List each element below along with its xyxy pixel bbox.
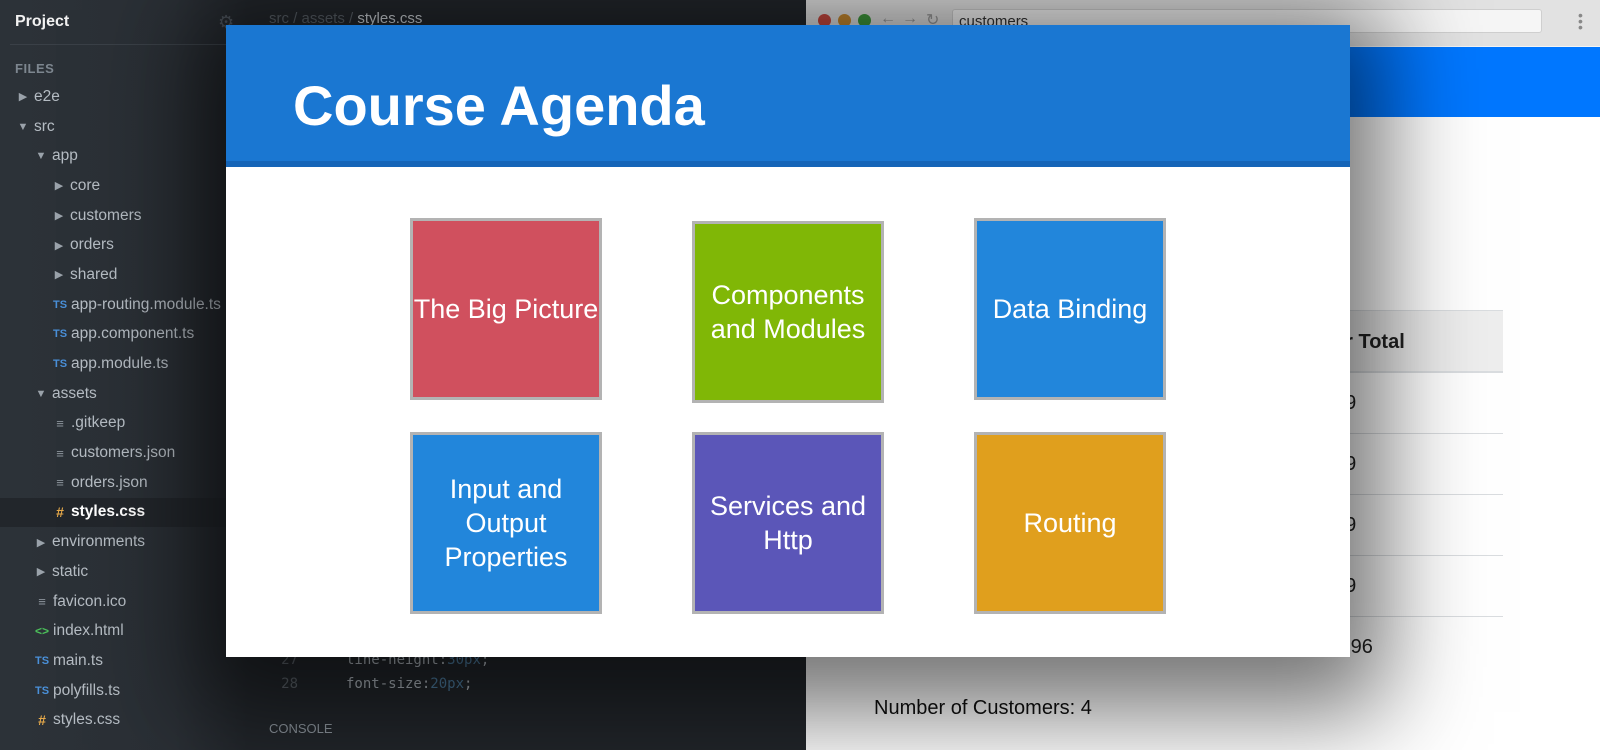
tree-item-label: orders.json bbox=[71, 473, 148, 491]
tree-item-label: core bbox=[70, 176, 101, 194]
tree-file-main-ts[interactable]: TS main.ts bbox=[0, 646, 248, 676]
chevron-right-icon[interactable]: ▶ bbox=[34, 565, 48, 578]
tree-item-label: styles.css bbox=[71, 503, 146, 521]
typescript-file-icon: TS bbox=[34, 684, 50, 697]
typescript-file-icon: TS bbox=[34, 654, 50, 667]
chevron-right-icon[interactable]: ▶ bbox=[34, 536, 48, 549]
tree-file-orders-json[interactable]: ≡ orders.json bbox=[0, 468, 248, 498]
agenda-tile-big-picture: The Big Picture bbox=[410, 218, 602, 400]
chevron-right-icon[interactable]: ▶ bbox=[52, 179, 66, 192]
file-tree: ▶ e2e ▼ src ▼ app ▶ core ▶ customers ▶ orders ▶ share… bbox=[0, 82, 248, 735]
tree-item-label: assets bbox=[52, 384, 97, 402]
files-section-label: FILES bbox=[15, 61, 55, 76]
menu-kebab-icon[interactable]: • • • bbox=[1578, 8, 1583, 34]
chevron-down-icon[interactable]: ▼ bbox=[34, 150, 48, 162]
agenda-tile-input-output: Input and Output Properties bbox=[410, 432, 602, 614]
code-line[interactable]: 28 font-size: 20px; bbox=[248, 672, 806, 696]
tree-file-polyfills-ts[interactable]: TS polyfills.ts bbox=[0, 676, 248, 706]
tree-folder-static[interactable]: ▶ static bbox=[0, 557, 248, 587]
tree-item-label: src bbox=[34, 117, 55, 135]
tree-folder-environments[interactable]: ▶ environments bbox=[0, 527, 248, 557]
course-agenda-slide: Course Agenda The Big Picture Components… bbox=[226, 25, 1350, 657]
tree-folder-shared[interactable]: ▶ shared bbox=[0, 260, 248, 290]
tree-item-label: e2e bbox=[34, 87, 60, 105]
tree-item-label: favicon.ico bbox=[53, 592, 127, 610]
agenda-tile-routing: Routing bbox=[974, 432, 1166, 614]
tree-file-styles-css[interactable]: # styles.css bbox=[0, 497, 248, 528]
tree-item-label: shared bbox=[70, 265, 118, 283]
css-value: 20px bbox=[430, 676, 465, 692]
text-file-icon: ≡ bbox=[56, 415, 64, 431]
tree-item-label: orders bbox=[70, 236, 114, 254]
tree-folder-app[interactable]: ▼ app bbox=[0, 141, 248, 171]
text-file-icon: ≡ bbox=[56, 445, 64, 461]
tree-file-gitkeep[interactable]: ≡ .gitkeep bbox=[0, 409, 248, 439]
tree-item-label: .gitkeep bbox=[71, 414, 126, 432]
tree-file-index-html[interactable]: <> index.html bbox=[0, 616, 248, 646]
typescript-file-icon: TS bbox=[52, 358, 68, 371]
console-tab[interactable]: CONSOLE bbox=[269, 721, 333, 736]
css-file-icon: # bbox=[38, 712, 46, 729]
tree-folder-src[interactable]: ▼ src bbox=[0, 112, 248, 142]
chevron-right-icon[interactable]: ▶ bbox=[52, 268, 66, 281]
semicolon: ; bbox=[464, 676, 473, 692]
chevron-down-icon[interactable]: ▼ bbox=[34, 388, 48, 400]
sidebar-header: Project bbox=[10, 0, 248, 45]
tree-file-styles-css[interactable]: # styles.css bbox=[0, 705, 248, 735]
tree-item-label: app bbox=[52, 147, 78, 165]
tree-file-app-module-ts[interactable]: TS app.module.ts bbox=[0, 349, 248, 379]
tree-item-label: styles.css bbox=[53, 711, 121, 729]
tree-item-label: app-routing.module.ts bbox=[71, 295, 221, 313]
tree-folder-customers[interactable]: ▶ customers bbox=[0, 201, 248, 231]
chevron-down-icon[interactable]: ▼ bbox=[16, 121, 30, 133]
tree-folder-core[interactable]: ▶ core bbox=[0, 171, 248, 201]
tree-item-label: app.component.ts bbox=[71, 325, 195, 343]
tree-item-label: customers.json bbox=[71, 444, 176, 462]
slide-header: Course Agenda bbox=[226, 25, 1350, 167]
chevron-right-icon[interactable]: ▶ bbox=[52, 239, 66, 252]
chevron-right-icon[interactable]: ▶ bbox=[16, 90, 30, 103]
css-property: font-size: bbox=[346, 676, 431, 692]
agenda-tile-services-http: Services and Http bbox=[692, 432, 884, 614]
tree-folder-assets[interactable]: ▼ assets bbox=[0, 379, 248, 409]
tree-file-favicon-ico[interactable]: ≡ favicon.ico bbox=[0, 587, 248, 617]
tree-item-label: environments bbox=[52, 533, 146, 551]
sidebar-title: Project bbox=[15, 13, 70, 30]
tree-item-label: polyfills.ts bbox=[53, 681, 121, 699]
tree-file-app-routing-module-ts[interactable]: TS app-routing.module.ts bbox=[0, 290, 248, 320]
tree-file-customers-json[interactable]: ≡ customers.json bbox=[0, 438, 248, 468]
tree-item-label: static bbox=[52, 562, 89, 580]
html-file-icon: <> bbox=[34, 624, 49, 639]
agenda-tile-data-binding: Data Binding bbox=[974, 218, 1166, 400]
css-file-icon: # bbox=[56, 504, 64, 521]
tree-item-label: main.ts bbox=[53, 651, 103, 669]
text-file-icon: ≡ bbox=[56, 475, 64, 491]
tree-folder-orders[interactable]: ▶ orders bbox=[0, 230, 248, 260]
project-sidebar: Project ⚙ FILES ▶ e2e ▼ src ▼ app ▶ core ▶ custom… bbox=[0, 0, 248, 750]
tree-item-label: index.html bbox=[53, 622, 124, 640]
typescript-file-icon: TS bbox=[52, 298, 68, 311]
slide-title: Course Agenda bbox=[293, 74, 705, 137]
tree-item-label: customers bbox=[70, 206, 142, 224]
tree-file-app-component-ts[interactable]: TS app.component.ts bbox=[0, 320, 248, 350]
typescript-file-icon: TS bbox=[52, 328, 68, 341]
tree-item-label: app.module.ts bbox=[71, 355, 169, 373]
agenda-tile-components-modules: Components and Modules bbox=[692, 221, 884, 403]
tree-folder-e2e[interactable]: ▶ e2e bbox=[0, 82, 248, 112]
line-number: 28 bbox=[281, 676, 298, 692]
customer-count: Number of Customers: 4 bbox=[874, 697, 1092, 719]
chevron-right-icon[interactable]: ▶ bbox=[52, 209, 66, 222]
text-file-icon: ≡ bbox=[38, 594, 46, 610]
